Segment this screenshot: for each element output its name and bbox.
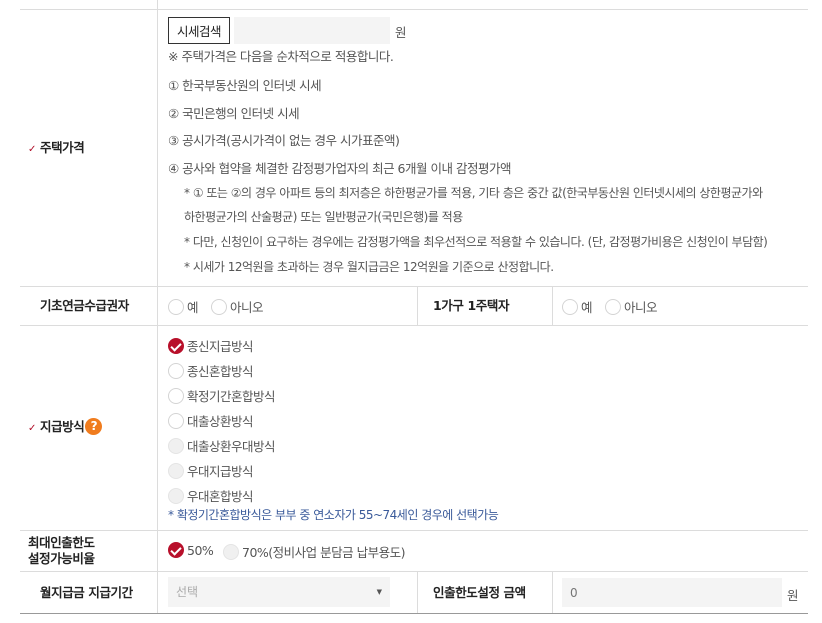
radio-circle-icon — [562, 298, 578, 315]
column-divider — [157, 0, 158, 613]
row-divider — [20, 9, 808, 10]
radio-circle-icon — [168, 412, 184, 429]
radio-circle-icon — [168, 362, 184, 379]
help-question-icon[interactable]: ? — [85, 418, 103, 435]
basic-pension-label: 기초연금수급권자 — [40, 298, 129, 313]
house-price-item: ② 국민은행의 인터넷 시세 — [168, 106, 300, 121]
house-price-note: ※ 주택가격은 다음을 순차적으로 적용합니다. — [168, 49, 394, 64]
table-bottom-border — [20, 613, 808, 614]
column-divider — [552, 571, 553, 613]
withdrawal-amount-unit: 원 — [787, 588, 799, 603]
radio-circle-icon — [168, 298, 184, 315]
house-price-input[interactable] — [234, 17, 390, 44]
row-divider — [20, 286, 808, 287]
payment-option-radio[interactable]: 확정기간혼합방식 — [168, 386, 276, 405]
row-divider — [20, 571, 808, 572]
house-price-subnote: 하한평균가의 산술평균) 또는 일반평균가(국민은행)를 적용 — [184, 210, 463, 224]
payment-option-radio[interactable]: 종신혼합방식 — [168, 361, 254, 380]
radio-checked-icon — [168, 542, 184, 558]
radio-circle-icon — [168, 437, 184, 454]
payment-method-label: ✓ 지급방식? — [28, 418, 103, 437]
house-price-item: ③ 공시가격(공시가격이 없는 경우 시가표준액) — [168, 133, 400, 148]
required-check-icon: ✓ — [28, 144, 36, 155]
required-check-icon: ✓ — [28, 423, 36, 434]
payment-option-radio[interactable]: 우대지급방식 — [168, 461, 254, 480]
row-divider — [20, 325, 808, 326]
house-price-item: ① 한국부동산원의 인터넷 시세 — [168, 78, 322, 93]
basic-pension-yes-radio[interactable]: 예 — [168, 297, 199, 316]
house-price-subnote: * 다만, 신청인이 요구하는 경우에는 감정평가액을 최우선적으로 적용할 수… — [184, 235, 768, 249]
radio-circle-icon — [211, 298, 227, 315]
column-divider — [417, 286, 418, 325]
column-divider — [417, 571, 418, 613]
house-price-subnote: * 시세가 12억원을 초과하는 경우 월지급금은 12억원을 기준으로 산정합… — [184, 260, 554, 274]
house-price-unit: 원 — [395, 25, 407, 40]
dropdown-arrow-icon: ▼ — [376, 588, 382, 596]
withdrawal-amount-label: 인출한도설정 금액 — [433, 585, 526, 600]
radio-checked-icon — [168, 337, 184, 354]
house-price-item: ④ 공사와 협약을 체결한 감정평가업자의 최근 6개월 이내 감정평가액 — [168, 161, 511, 176]
radio-circle-icon — [223, 543, 239, 560]
max-withdrawal-70-radio[interactable]: 70%(정비사업 분담금 납부용도) — [223, 542, 405, 561]
one-house-no-radio[interactable]: 아니오 — [605, 297, 658, 316]
house-price-label: ✓ 주택가격 — [28, 140, 85, 155]
payment-method-note: * 확정기간혼합방식은 부부 중 연소자가 55~74세인 경우에 선택가능 — [168, 508, 499, 522]
radio-circle-icon — [168, 462, 184, 479]
payment-option-radio[interactable]: 우대혼합방식 — [168, 486, 254, 505]
payment-option-radio[interactable]: 대출상환우대방식 — [168, 436, 276, 455]
monthly-period-label: 월지급금 지급기간 — [40, 585, 133, 600]
max-withdrawal-50-radio[interactable]: 50% — [168, 542, 214, 558]
one-house-yes-radio[interactable]: 예 — [562, 297, 593, 316]
payment-option-radio[interactable]: 종신지급방식 — [168, 336, 254, 355]
payment-option-radio[interactable]: 대출상환방식 — [168, 411, 254, 430]
radio-circle-icon — [605, 298, 621, 315]
withdrawal-amount-input[interactable] — [562, 578, 782, 607]
radio-circle-icon — [168, 487, 184, 504]
price-search-button[interactable]: 시세검색 — [168, 17, 230, 44]
column-divider — [552, 286, 553, 325]
basic-pension-no-radio[interactable]: 아니오 — [211, 297, 264, 316]
monthly-period-select[interactable]: 선택 ▼ — [168, 577, 390, 607]
max-withdrawal-label: 최대인출한도 설정가능비율 — [28, 535, 95, 566]
house-price-subnote: * ① 또는 ②의 경우 아파트 등의 최저층은 하한평균가를 적용, 기타 층… — [184, 186, 763, 200]
row-divider — [20, 530, 808, 531]
radio-circle-icon — [168, 387, 184, 404]
one-house-label: 1가구 1주택자 — [433, 298, 510, 313]
